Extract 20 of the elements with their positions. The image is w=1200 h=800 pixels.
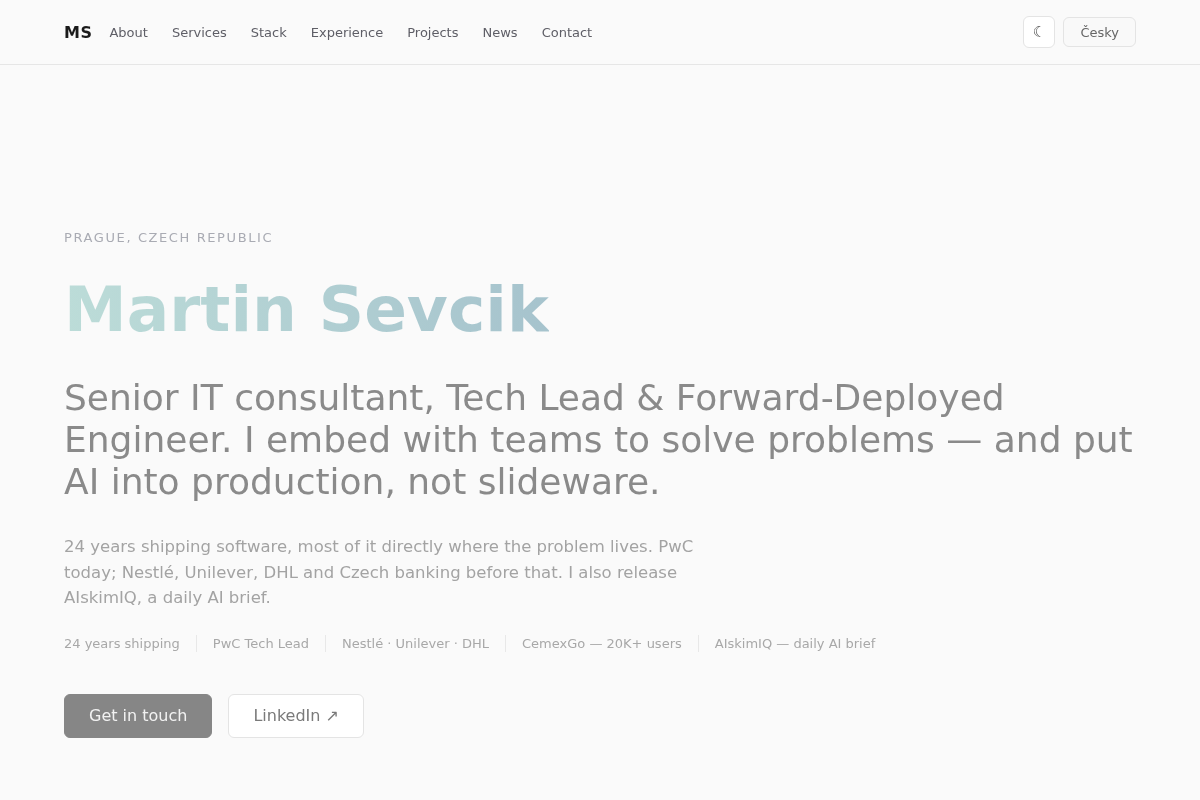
nav-link[interactable]: Stack — [250, 24, 287, 40]
contact-button[interactable]: Get in touch — [64, 693, 213, 738]
nav-link[interactable]: About — [109, 24, 148, 40]
fact-text: 24 years shipping — [64, 634, 181, 652]
tagline-text: Senior IT consultant, Tech Lead & Forward-Deployed Engineer. I embed with teams to solve problems — and put AI into production, not slideware. — [64, 377, 1134, 503]
fact-text: PwC Tech Lead — [195, 634, 325, 652]
nav-link[interactable]: Projects — [407, 24, 459, 40]
fact-text: CemexGo — 20K+ users — [505, 634, 698, 652]
intro-paragraph: 24 years shipping software, most of it directly where the problem lives. PwC today; Nestlé, Unilever, DHL and Czech banking before that. I also release AIskimIQ, a daily AI brief. — [64, 536, 695, 609]
nav-link[interactable]: News — [482, 24, 518, 40]
linkedin-button[interactable]: LinkedIn ↗ — [228, 693, 364, 738]
fact-text: AIskimIQ — daily AI brief — [697, 634, 892, 652]
theme-toggle-button[interactable]: ☾ — [1023, 16, 1056, 48]
nav-link[interactable]: Experience — [310, 24, 384, 40]
logo[interactable]: MS — [64, 22, 93, 42]
location-text: PRAGUE, CZECH REPUBLIC — [64, 230, 275, 245]
nav-link[interactable]: Contact — [541, 24, 593, 40]
language-button[interactable]: Česky — [1063, 17, 1136, 47]
fact-text: Nestlé · Unilever · DHL — [325, 634, 506, 652]
nav-link[interactable]: Services — [171, 24, 227, 40]
